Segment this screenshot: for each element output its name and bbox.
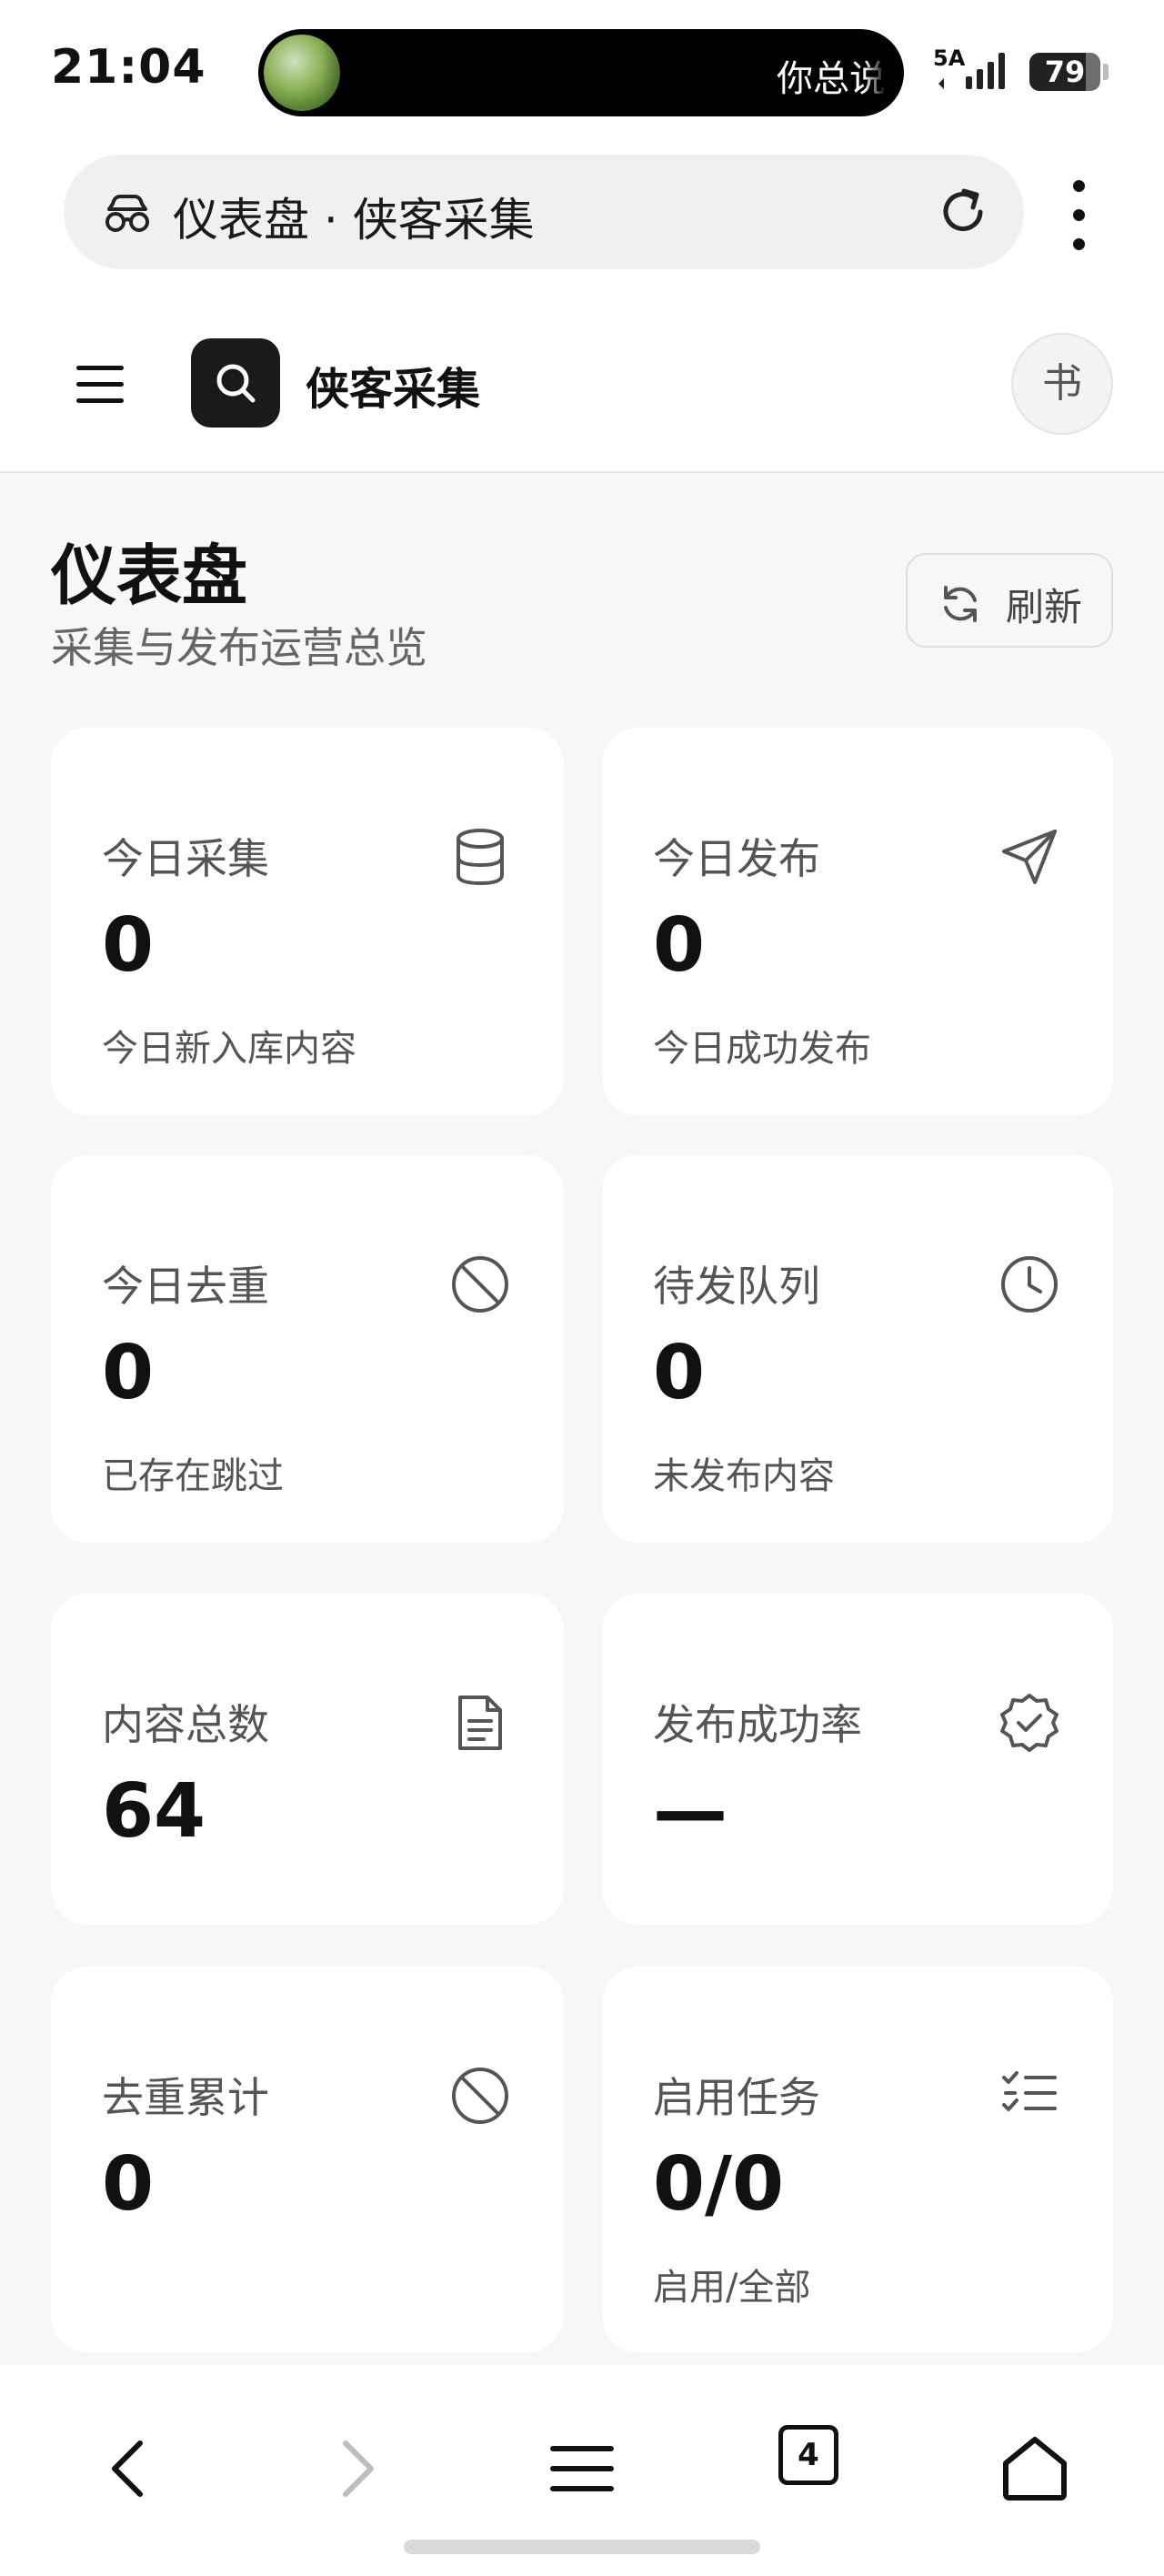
refresh-label: 刷新	[1006, 585, 1083, 629]
stat-value: 0	[102, 2141, 155, 2228]
stat-card-total-content[interactable]: 内容总数 64	[51, 1594, 564, 1925]
browser-toolbar: 仪表盘 · 侠客采集	[0, 136, 1164, 300]
stat-subtext: 启用/全部	[653, 2267, 811, 2309]
refresh-button[interactable]: 刷新	[906, 553, 1113, 648]
database-icon	[457, 829, 504, 886]
stat-label: 今日采集	[102, 834, 269, 883]
stat-label: 内容总数	[102, 1700, 269, 1749]
stat-value: —	[653, 1768, 728, 1855]
hamburger-menu-icon[interactable]	[73, 357, 133, 411]
address-bar[interactable]: 仪表盘 · 侠客采集	[64, 155, 1024, 269]
send-icon	[1002, 830, 1057, 884]
checklist-icon	[1002, 2071, 1057, 2111]
page-subtitle: 采集与发布运营总览	[51, 623, 427, 672]
document-icon	[458, 1696, 502, 1750]
ban-icon	[452, 1256, 508, 1313]
stat-value: 0	[653, 1330, 706, 1416]
stat-card-today-dedup[interactable]: 今日去重 0 已存在跳过	[51, 1155, 564, 1543]
stat-label: 去重累计	[102, 2073, 269, 2122]
back-icon[interactable]	[87, 2425, 175, 2512]
stat-card-publish-success-rate[interactable]: 发布成功率 —	[602, 1594, 1113, 1925]
stat-label: 发布成功率	[653, 1700, 862, 1749]
stat-value: 64	[102, 1768, 206, 1855]
page-title: 仪表盘	[51, 538, 248, 614]
notification-text: 你总说	[777, 58, 886, 100]
incognito-glasses-icon	[105, 195, 149, 232]
stat-subtext: 已存在跳过	[102, 1455, 284, 1497]
stat-label: 待发队列	[653, 1262, 820, 1311]
stat-value: 0	[102, 902, 155, 989]
page-url-title: 仪表盘 · 侠客采集	[173, 194, 535, 247]
tabs-icon[interactable]: 4	[778, 2425, 838, 2485]
verified-badge-icon	[1000, 1694, 1059, 1752]
stat-subtext: 未发布内容	[653, 1455, 835, 1497]
stat-card-today-published[interactable]: 今日发布 0 今日成功发布	[602, 728, 1113, 1115]
stat-card-enabled-tasks[interactable]: 启用任务 0/0 启用/全部	[602, 1967, 1113, 2352]
app-brand-name: 侠客采集	[306, 364, 481, 415]
clock-icon	[1001, 1256, 1058, 1313]
search-icon	[216, 364, 256, 403]
status-time: 21:04	[51, 40, 206, 95]
stat-card-dedup-total[interactable]: 去重累计 0	[51, 1967, 564, 2352]
stat-subtext: 今日新入库内容	[102, 1028, 356, 1070]
status-bar: 21:04 你总说 5A 79	[0, 0, 1164, 136]
menu-icon[interactable]	[538, 2425, 626, 2512]
dynamic-island[interactable]: 你总说	[258, 29, 904, 116]
battery-icon: 79	[1029, 53, 1100, 91]
ban-icon	[452, 2068, 508, 2124]
stat-value: 0/0	[653, 2141, 785, 2228]
stat-card-today-collected[interactable]: 今日采集 0 今日新入库内容	[51, 728, 564, 1115]
stat-card-pending-queue[interactable]: 待发队列 0 未发布内容	[602, 1155, 1113, 1543]
stat-label: 启用任务	[653, 2073, 820, 2122]
kebab-menu-icon[interactable]	[1062, 180, 1099, 262]
refresh-icon	[944, 586, 977, 622]
stat-subtext: 今日成功发布	[653, 1028, 871, 1070]
signal-icon	[938, 53, 1005, 89]
forward-icon[interactable]	[311, 2425, 398, 2512]
app-logo[interactable]	[191, 338, 280, 428]
app-header: 侠客采集 书	[0, 300, 1164, 473]
battery-level: 79	[1044, 55, 1086, 89]
stat-label: 今日去重	[102, 1262, 269, 1311]
home-icon[interactable]	[991, 2425, 1079, 2512]
stat-value: 0	[102, 1330, 155, 1416]
stat-value: 0	[653, 902, 706, 989]
reload-icon[interactable]	[933, 182, 993, 242]
gesture-home-bar[interactable]	[404, 2540, 760, 2554]
stat-label: 今日发布	[653, 834, 820, 883]
user-avatar[interactable]: 书	[1011, 333, 1113, 435]
